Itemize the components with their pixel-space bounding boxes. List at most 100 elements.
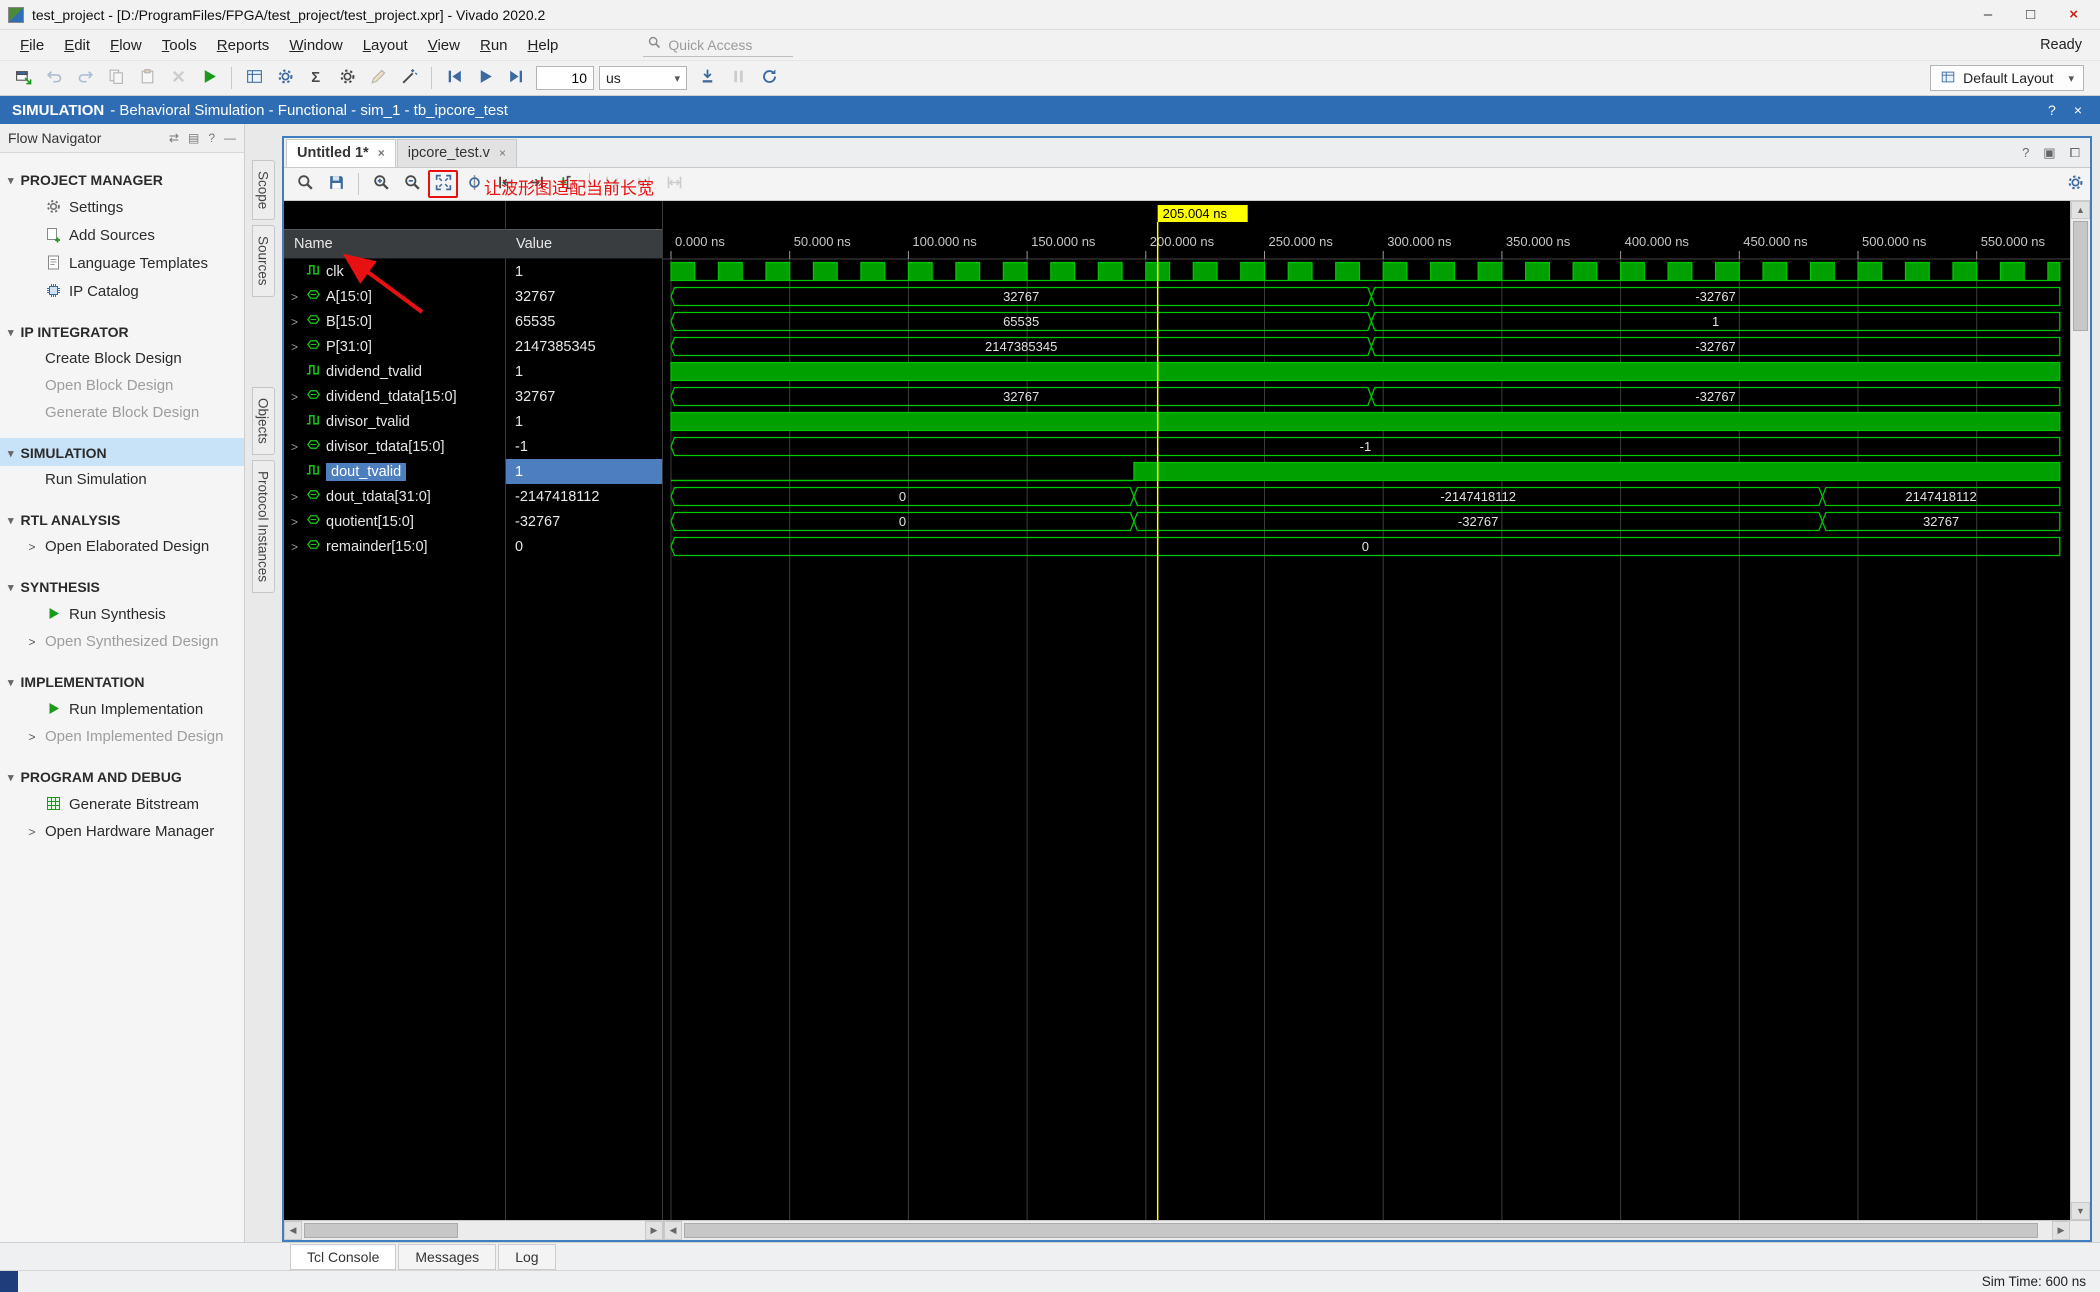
signal-row-dout-tvalid[interactable]: dout_tvalid bbox=[284, 459, 505, 484]
menu-file[interactable]: File bbox=[10, 33, 54, 58]
signal-value-b-15-0[interactable]: 65535 bbox=[506, 309, 662, 334]
nav-item-ip-catalog[interactable]: IP Catalog bbox=[0, 277, 244, 305]
expand-chevron-icon[interactable]: > bbox=[288, 515, 301, 529]
nav-section-simulation[interactable]: ▾ SIMULATION bbox=[0, 438, 244, 466]
expand-chevron-icon[interactable]: > bbox=[288, 540, 301, 554]
names-scroll-thumb[interactable] bbox=[304, 1223, 459, 1238]
signal-value-remainder-15-0[interactable]: 0 bbox=[506, 534, 662, 559]
side-tab-sources[interactable]: Sources bbox=[251, 225, 275, 297]
signal-value-dout-tvalid[interactable]: 1 bbox=[506, 459, 662, 484]
scroll-right-arrow[interactable]: ▶ bbox=[645, 1221, 663, 1240]
expand-chevron-icon[interactable]: > bbox=[288, 340, 301, 354]
nav-item-run-implementation[interactable]: Run Implementation bbox=[0, 695, 244, 723]
flow-navigator-header-icon-3[interactable]: — bbox=[224, 131, 236, 145]
layout-select[interactable]: Default Layout ▾ bbox=[1930, 65, 2084, 91]
menu-run[interactable]: Run bbox=[470, 33, 518, 58]
signal-value-a-15-0[interactable]: 32767 bbox=[506, 284, 662, 309]
signal-row-dividend-tvalid[interactable]: dividend_tvalid bbox=[284, 359, 505, 384]
run-all-button[interactable] bbox=[470, 64, 500, 92]
menu-help[interactable]: Help bbox=[518, 33, 569, 58]
signal-value-divisor-tdata-15-0[interactable]: -1 bbox=[506, 434, 662, 459]
signal-row-remainder-15-0[interactable]: > remainder[15:0] bbox=[284, 534, 505, 559]
side-tab-scope[interactable]: Scope bbox=[251, 160, 275, 221]
signal-value-dout-tdata-31-0[interactable]: -2147418112 bbox=[506, 484, 662, 509]
wave-settings-button[interactable] bbox=[2060, 170, 2090, 198]
canvas-scroll-track[interactable] bbox=[682, 1221, 2052, 1240]
side-tab-objects[interactable]: Objects bbox=[251, 386, 275, 455]
context-help-button[interactable]: ? bbox=[2048, 102, 2056, 118]
save-waveform-configuration-button[interactable] bbox=[321, 170, 351, 198]
add-scope-button[interactable]: Σ bbox=[301, 64, 331, 92]
maximize-panel-icon[interactable]: ⧠ bbox=[2070, 145, 2080, 161]
menu-window[interactable]: Window bbox=[279, 33, 352, 58]
minimize-button[interactable]: – bbox=[1984, 6, 1992, 23]
scroll-up-arrow[interactable]: ▲ bbox=[2071, 201, 2090, 219]
nav-item-generate-bitstream[interactable]: Generate Bitstream bbox=[0, 790, 244, 818]
runtime-unit-select[interactable]: us ▾ bbox=[599, 66, 687, 90]
zoom-in-button[interactable] bbox=[366, 170, 396, 198]
name-column-header[interactable]: Name bbox=[284, 229, 505, 259]
flow-navigator-header-icon-1[interactable]: ▤ bbox=[188, 131, 199, 145]
editor-tab-untitled-1[interactable]: Untitled 1* × bbox=[286, 139, 396, 167]
help-icon[interactable]: ? bbox=[2022, 145, 2029, 161]
menu-reports[interactable]: Reports bbox=[207, 33, 280, 58]
menu-view[interactable]: View bbox=[418, 33, 470, 58]
nav-item-create-block-design[interactable]: Create Block Design bbox=[0, 345, 244, 372]
nav-section-rtl-analysis[interactable]: ▾ RTL ANALYSIS bbox=[0, 505, 244, 533]
editor-tab-ipcore-test-v[interactable]: ipcore_test.v × bbox=[396, 139, 517, 167]
waveform-canvas[interactable]: 0.000 ns 50.000 ns 100.000 ns 150.000 ns 200… bbox=[663, 201, 2070, 1220]
signal-row-a-15-0[interactable]: > A[15:0] bbox=[284, 284, 505, 309]
add-marker-button[interactable] bbox=[552, 170, 582, 198]
scroll-down-arrow[interactable]: ▼ bbox=[2071, 1202, 2090, 1220]
nav-section-project-manager[interactable]: ▾ PROJECT MANAGER bbox=[0, 165, 244, 193]
nav-item-add-sources[interactable]: Add Sources bbox=[0, 221, 244, 249]
find-button[interactable] bbox=[290, 170, 320, 198]
expand-chevron-icon[interactable]: > bbox=[26, 730, 38, 744]
runtime-value-input[interactable] bbox=[536, 66, 594, 90]
probe-button[interactable] bbox=[394, 64, 424, 92]
expand-chevron-icon[interactable]: > bbox=[288, 440, 301, 454]
signal-value-quotient-15-0[interactable]: -32767 bbox=[506, 509, 662, 534]
simulation-dashboard-button[interactable] bbox=[239, 64, 269, 92]
open-window-button[interactable] bbox=[8, 64, 38, 92]
flow-navigator-header-icon-2[interactable]: ? bbox=[208, 131, 215, 145]
menu-flow[interactable]: Flow bbox=[100, 33, 152, 58]
nav-section-synthesis[interactable]: ▾ SYNTHESIS bbox=[0, 572, 244, 600]
scroll-left-arrow[interactable]: ◀ bbox=[664, 1221, 682, 1240]
signal-row-quotient-15-0[interactable]: > quotient[15:0] bbox=[284, 509, 505, 534]
menu-edit[interactable]: Edit bbox=[54, 33, 100, 58]
signal-row-b-15-0[interactable]: > B[15:0] bbox=[284, 309, 505, 334]
scroll-right-arrow[interactable]: ▶ bbox=[2052, 1221, 2070, 1240]
expand-chevron-icon[interactable]: > bbox=[26, 635, 38, 649]
breakpoints-button[interactable] bbox=[332, 64, 362, 92]
run-button[interactable] bbox=[194, 64, 224, 92]
menu-tools[interactable]: Tools bbox=[152, 33, 207, 58]
tab-close-icon[interactable]: × bbox=[499, 146, 506, 160]
bottom-tab-tcl-console[interactable]: Tcl Console bbox=[290, 1243, 397, 1270]
nav-section-implementation[interactable]: ▾ IMPLEMENTATION bbox=[0, 667, 244, 695]
flow-navigator-header-icon-0[interactable]: ⇄ bbox=[169, 131, 179, 145]
signal-row-dout-tdata-31-0[interactable]: > dout_tdata[31:0] bbox=[284, 484, 505, 509]
zoom-to-cursor-button[interactable] bbox=[459, 170, 489, 198]
go-to-next-transition-button[interactable] bbox=[521, 170, 551, 198]
step-button[interactable] bbox=[692, 64, 722, 92]
signal-value-clk[interactable]: 1 bbox=[506, 259, 662, 284]
menu-layout[interactable]: Layout bbox=[353, 33, 418, 58]
quick-access-search[interactable]: Quick Access bbox=[643, 33, 794, 57]
names-horizontal-scrollbar[interactable]: ◀ ▶ bbox=[284, 1221, 664, 1240]
signal-value-dividend-tvalid[interactable]: 1 bbox=[506, 359, 662, 384]
expand-chevron-icon[interactable]: > bbox=[288, 315, 301, 329]
bottom-tab-log[interactable]: Log bbox=[498, 1243, 556, 1270]
simulation-settings-button[interactable] bbox=[270, 64, 300, 92]
signal-row-divisor-tdata-15-0[interactable]: > divisor_tdata[15:0] bbox=[284, 434, 505, 459]
signal-row-divisor-tvalid[interactable]: divisor_tvalid bbox=[284, 409, 505, 434]
restart-simulation-button[interactable] bbox=[439, 64, 469, 92]
side-tab-protocol-instances[interactable]: Protocol Instances bbox=[251, 459, 275, 593]
canvas-scroll-thumb[interactable] bbox=[684, 1223, 2038, 1238]
signal-row-clk[interactable]: clk bbox=[284, 259, 505, 284]
context-close-button[interactable]: × bbox=[2074, 102, 2082, 118]
expand-chevron-icon[interactable]: > bbox=[288, 490, 301, 504]
maximize-button[interactable]: □ bbox=[2026, 6, 2035, 23]
float-window-icon[interactable]: ▣ bbox=[2043, 145, 2055, 161]
run-for-button[interactable] bbox=[501, 64, 531, 92]
